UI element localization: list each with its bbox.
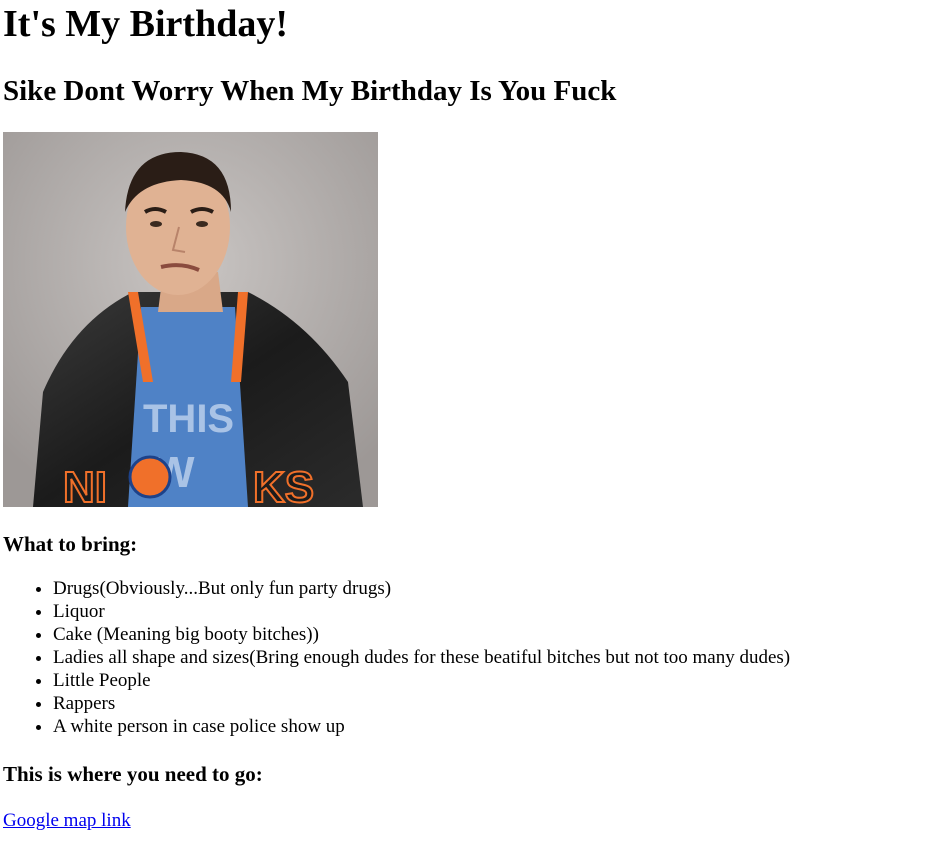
page: It's My Birthday! Sike Dont Worry When M… bbox=[3, 0, 923, 832]
page-title: It's My Birthday! bbox=[3, 3, 288, 45]
svg-text:NI: NI bbox=[63, 463, 107, 507]
bring-list-item: Drugs(Obviously...But only fun party dru… bbox=[53, 577, 923, 600]
svg-text:THIS: THIS bbox=[143, 397, 234, 441]
google-map-link[interactable]: Google map link bbox=[3, 809, 131, 832]
bring-list-item: Little People bbox=[53, 669, 923, 692]
svg-text:KS: KS bbox=[253, 463, 314, 507]
bring-list-item: Cake (Meaning big booty bitches)) bbox=[53, 623, 923, 646]
location-heading: This is where you need to go: bbox=[3, 762, 263, 786]
bring-list-item: Rappers bbox=[53, 692, 923, 715]
bring-list-item: Ladies all shape and sizes(Bring enough … bbox=[53, 646, 923, 669]
bring-list: Drugs(Obviously...But only fun party dru… bbox=[3, 577, 923, 738]
bring-list-item: Liquor bbox=[53, 600, 923, 623]
bring-list-item: A white person in case police show up bbox=[53, 715, 923, 738]
page-subtitle: Sike Dont Worry When My Birthday Is You … bbox=[3, 75, 617, 107]
birthday-person-photo: THIS W NI KS bbox=[3, 132, 378, 507]
what-to-bring-heading: What to bring: bbox=[3, 532, 138, 556]
